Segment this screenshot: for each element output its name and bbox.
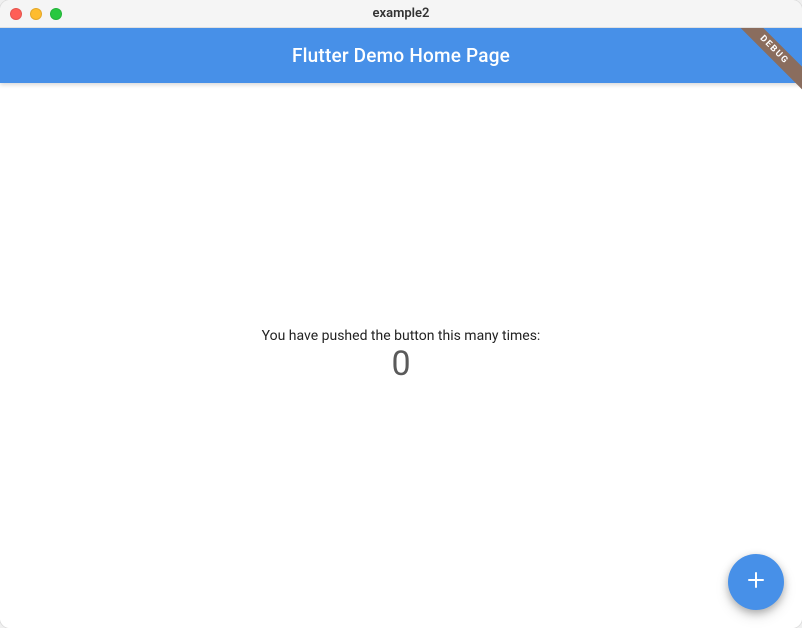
app-window: example2 Flutter Demo Home Page DEBUG Yo…	[0, 0, 802, 628]
window-title: example2	[0, 6, 802, 21]
increment-fab[interactable]	[728, 554, 784, 610]
app-bar: Flutter Demo Home Page DEBUG	[0, 28, 802, 83]
counter-value: 0	[391, 346, 410, 383]
plus-icon	[744, 568, 768, 596]
app-bar-title: Flutter Demo Home Page	[292, 44, 510, 67]
minimize-window-button[interactable]	[30, 8, 42, 20]
window-controls	[0, 8, 62, 20]
close-window-button[interactable]	[10, 8, 22, 20]
window-titlebar: example2	[0, 0, 802, 28]
zoom-window-button[interactable]	[50, 8, 62, 20]
body: You have pushed the button this many tim…	[0, 83, 802, 628]
push-count-label: You have pushed the button this many tim…	[262, 328, 541, 344]
app-content: Flutter Demo Home Page DEBUG You have pu…	[0, 28, 802, 628]
